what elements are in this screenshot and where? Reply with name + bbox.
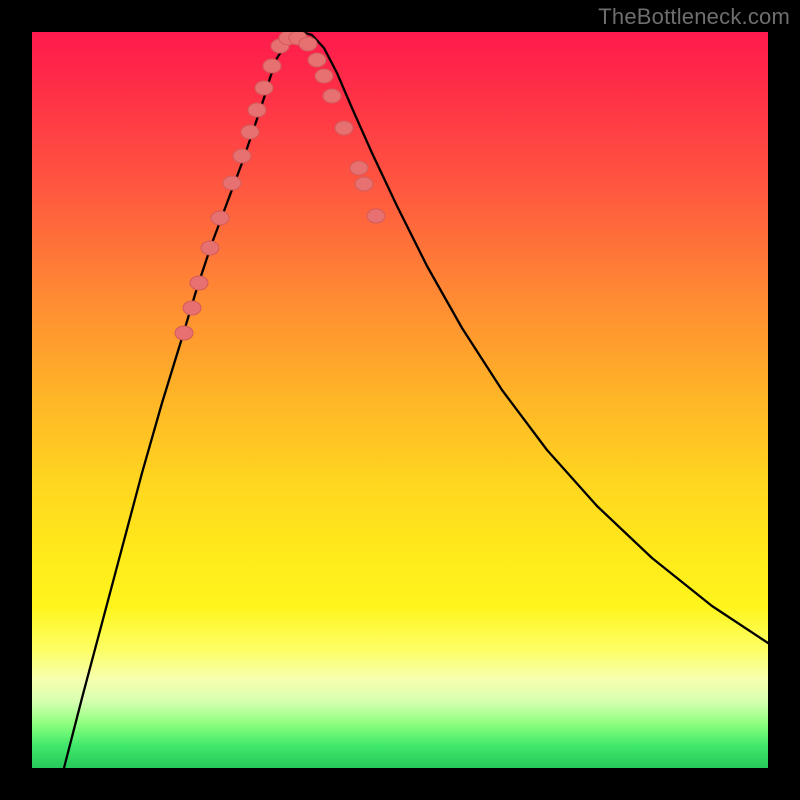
marker-dot — [355, 177, 373, 191]
marker-dot — [263, 59, 281, 73]
marker-dot — [211, 211, 229, 225]
marker-dot — [175, 326, 193, 340]
marker-dot — [323, 89, 341, 103]
marker-dot — [223, 176, 241, 190]
marker-dot — [201, 241, 219, 255]
marker-dot — [350, 161, 368, 175]
bottleneck-curve — [64, 32, 768, 768]
curve-svg — [32, 32, 768, 768]
chart-frame: TheBottleneck.com — [0, 0, 800, 800]
marker-dot — [241, 125, 259, 139]
marker-dot — [248, 103, 266, 117]
marker-dot — [183, 301, 201, 315]
marker-layer — [175, 32, 385, 340]
marker-dot — [335, 121, 353, 135]
marker-dot — [190, 276, 208, 290]
marker-dot — [367, 209, 385, 223]
marker-dot — [315, 69, 333, 83]
marker-dot — [299, 37, 317, 51]
plot-area — [32, 32, 768, 768]
watermark-text: TheBottleneck.com — [598, 4, 790, 30]
marker-dot — [233, 149, 251, 163]
marker-dot — [255, 81, 273, 95]
marker-dot — [308, 53, 326, 67]
